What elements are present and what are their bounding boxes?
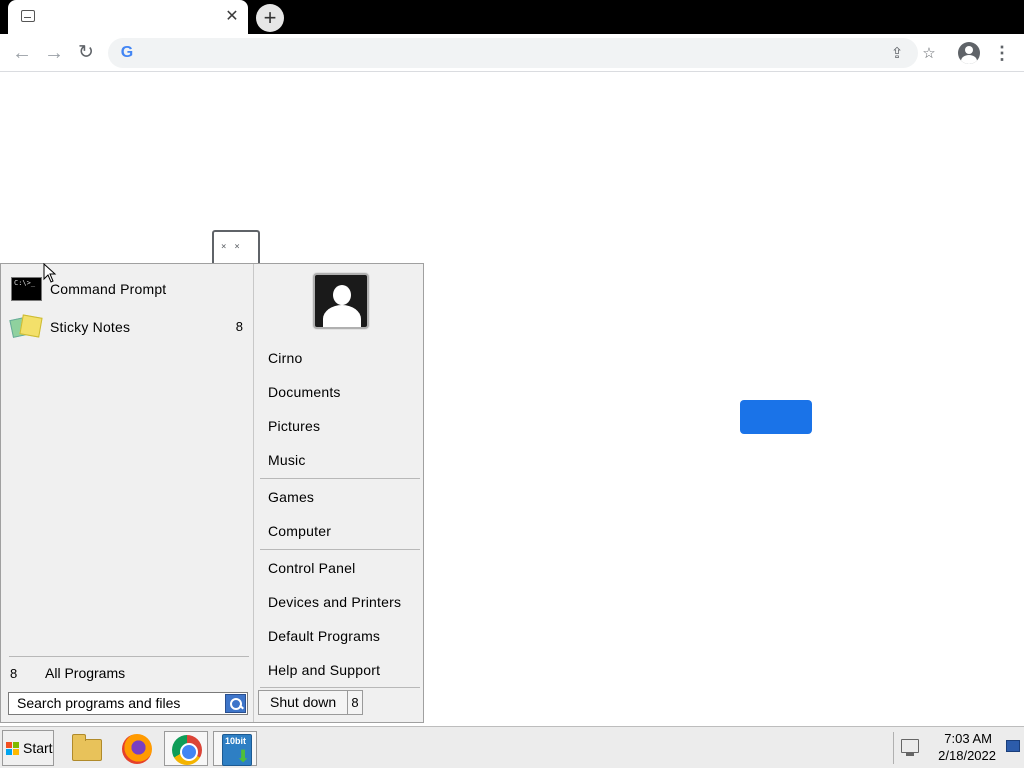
google-icon: G [120,44,134,61]
taskbar-firefox[interactable] [115,731,159,766]
browser-tab[interactable]: ✕ [8,0,248,34]
place-user-folder[interactable]: Cirno [268,350,302,366]
taskbar: Start 10bit 7:03 AM 2/18/2022 [0,726,1024,768]
shut-down-options-arrow-icon[interactable]: 8 [348,690,363,715]
taskbar-file-explorer[interactable] [66,731,110,766]
firefox-icon [122,734,152,764]
start-label: Start [23,740,53,756]
submenu-arrow-icon[interactable]: 8 [236,319,243,334]
all-programs-button[interactable]: All Programs [45,665,125,681]
address-bar[interactable]: G ⇪ ☆ [108,38,936,68]
separator [260,478,420,479]
browser-menu-icon[interactable]: ⋮ [992,40,1012,66]
browser-toolbar: ← → ↻ G ⇪ ☆ ⋮ [0,34,1024,72]
search-placeholder: Search programs and files [17,695,181,711]
start-menu-programs-pane: Command Prompt Sticky Notes 8 8 All Prog… [1,264,254,722]
clock-time[interactable]: 7:03 AM [928,731,992,746]
share-icon[interactable]: ⇪ [887,44,907,64]
command-prompt-icon [11,277,42,301]
place-music[interactable]: Music [268,452,306,468]
start-menu-places-pane: Cirno Documents Pictures Music Games Com… [255,264,423,722]
chrome-icon [172,735,202,765]
network-icon[interactable] [901,739,919,756]
star-icon[interactable]: ☆ [919,44,939,64]
separator [260,687,420,688]
back-button[interactable]: ← [9,40,35,66]
user-avatar[interactable] [313,273,369,329]
program-label: Command Prompt [50,281,167,297]
page-reload-button[interactable] [740,400,812,434]
program-item-sticky-notes[interactable]: Sticky Notes 8 [9,310,249,344]
separator [260,549,420,550]
place-default-programs[interactable]: Default Programs [268,628,380,644]
place-games[interactable]: Games [268,489,314,505]
place-control-panel[interactable]: Control Panel [268,560,355,576]
separator [9,656,249,657]
place-help-and-support[interactable]: Help and Support [268,662,380,678]
shut-down-button[interactable]: Shut down [258,690,348,715]
place-documents[interactable]: Documents [268,384,341,400]
new-tab-button[interactable]: + [256,4,284,32]
all-programs-arrow-icon[interactable]: 8 [10,666,17,681]
close-tab-icon[interactable]: ✕ [224,8,240,26]
tab-strip: ✕ + [0,0,1024,34]
place-pictures[interactable]: Pictures [268,418,320,434]
show-desktop-icon[interactable] [1006,740,1020,752]
start-menu: Command Prompt Sticky Notes 8 8 All Prog… [0,263,424,723]
start-button[interactable]: Start [2,730,54,766]
taskbar-download-manager[interactable]: 10bit [213,731,257,767]
search-icon[interactable] [225,694,246,713]
windows-flag-icon [6,742,20,756]
forward-button[interactable]: → [41,40,67,66]
place-computer[interactable]: Computer [268,523,331,539]
sad-tab-favicon-icon [21,10,35,22]
download-manager-badge: 10bit [225,736,247,746]
file-explorer-icon [72,734,102,761]
download-manager-icon: 10bit [222,734,252,767]
program-label: Sticky Notes [50,319,131,335]
reload-button[interactable]: ↻ [73,40,99,66]
search-input[interactable]: Search programs and files [8,692,248,715]
clock-date[interactable]: 2/18/2022 [924,748,996,763]
separator [893,732,894,764]
place-devices-and-printers[interactable]: Devices and Printers [268,594,401,610]
sad-tab-icon: ×× [212,230,260,264]
profile-avatar-icon[interactable] [958,42,980,64]
sticky-notes-icon [9,314,43,340]
taskbar-chrome[interactable] [164,731,208,766]
